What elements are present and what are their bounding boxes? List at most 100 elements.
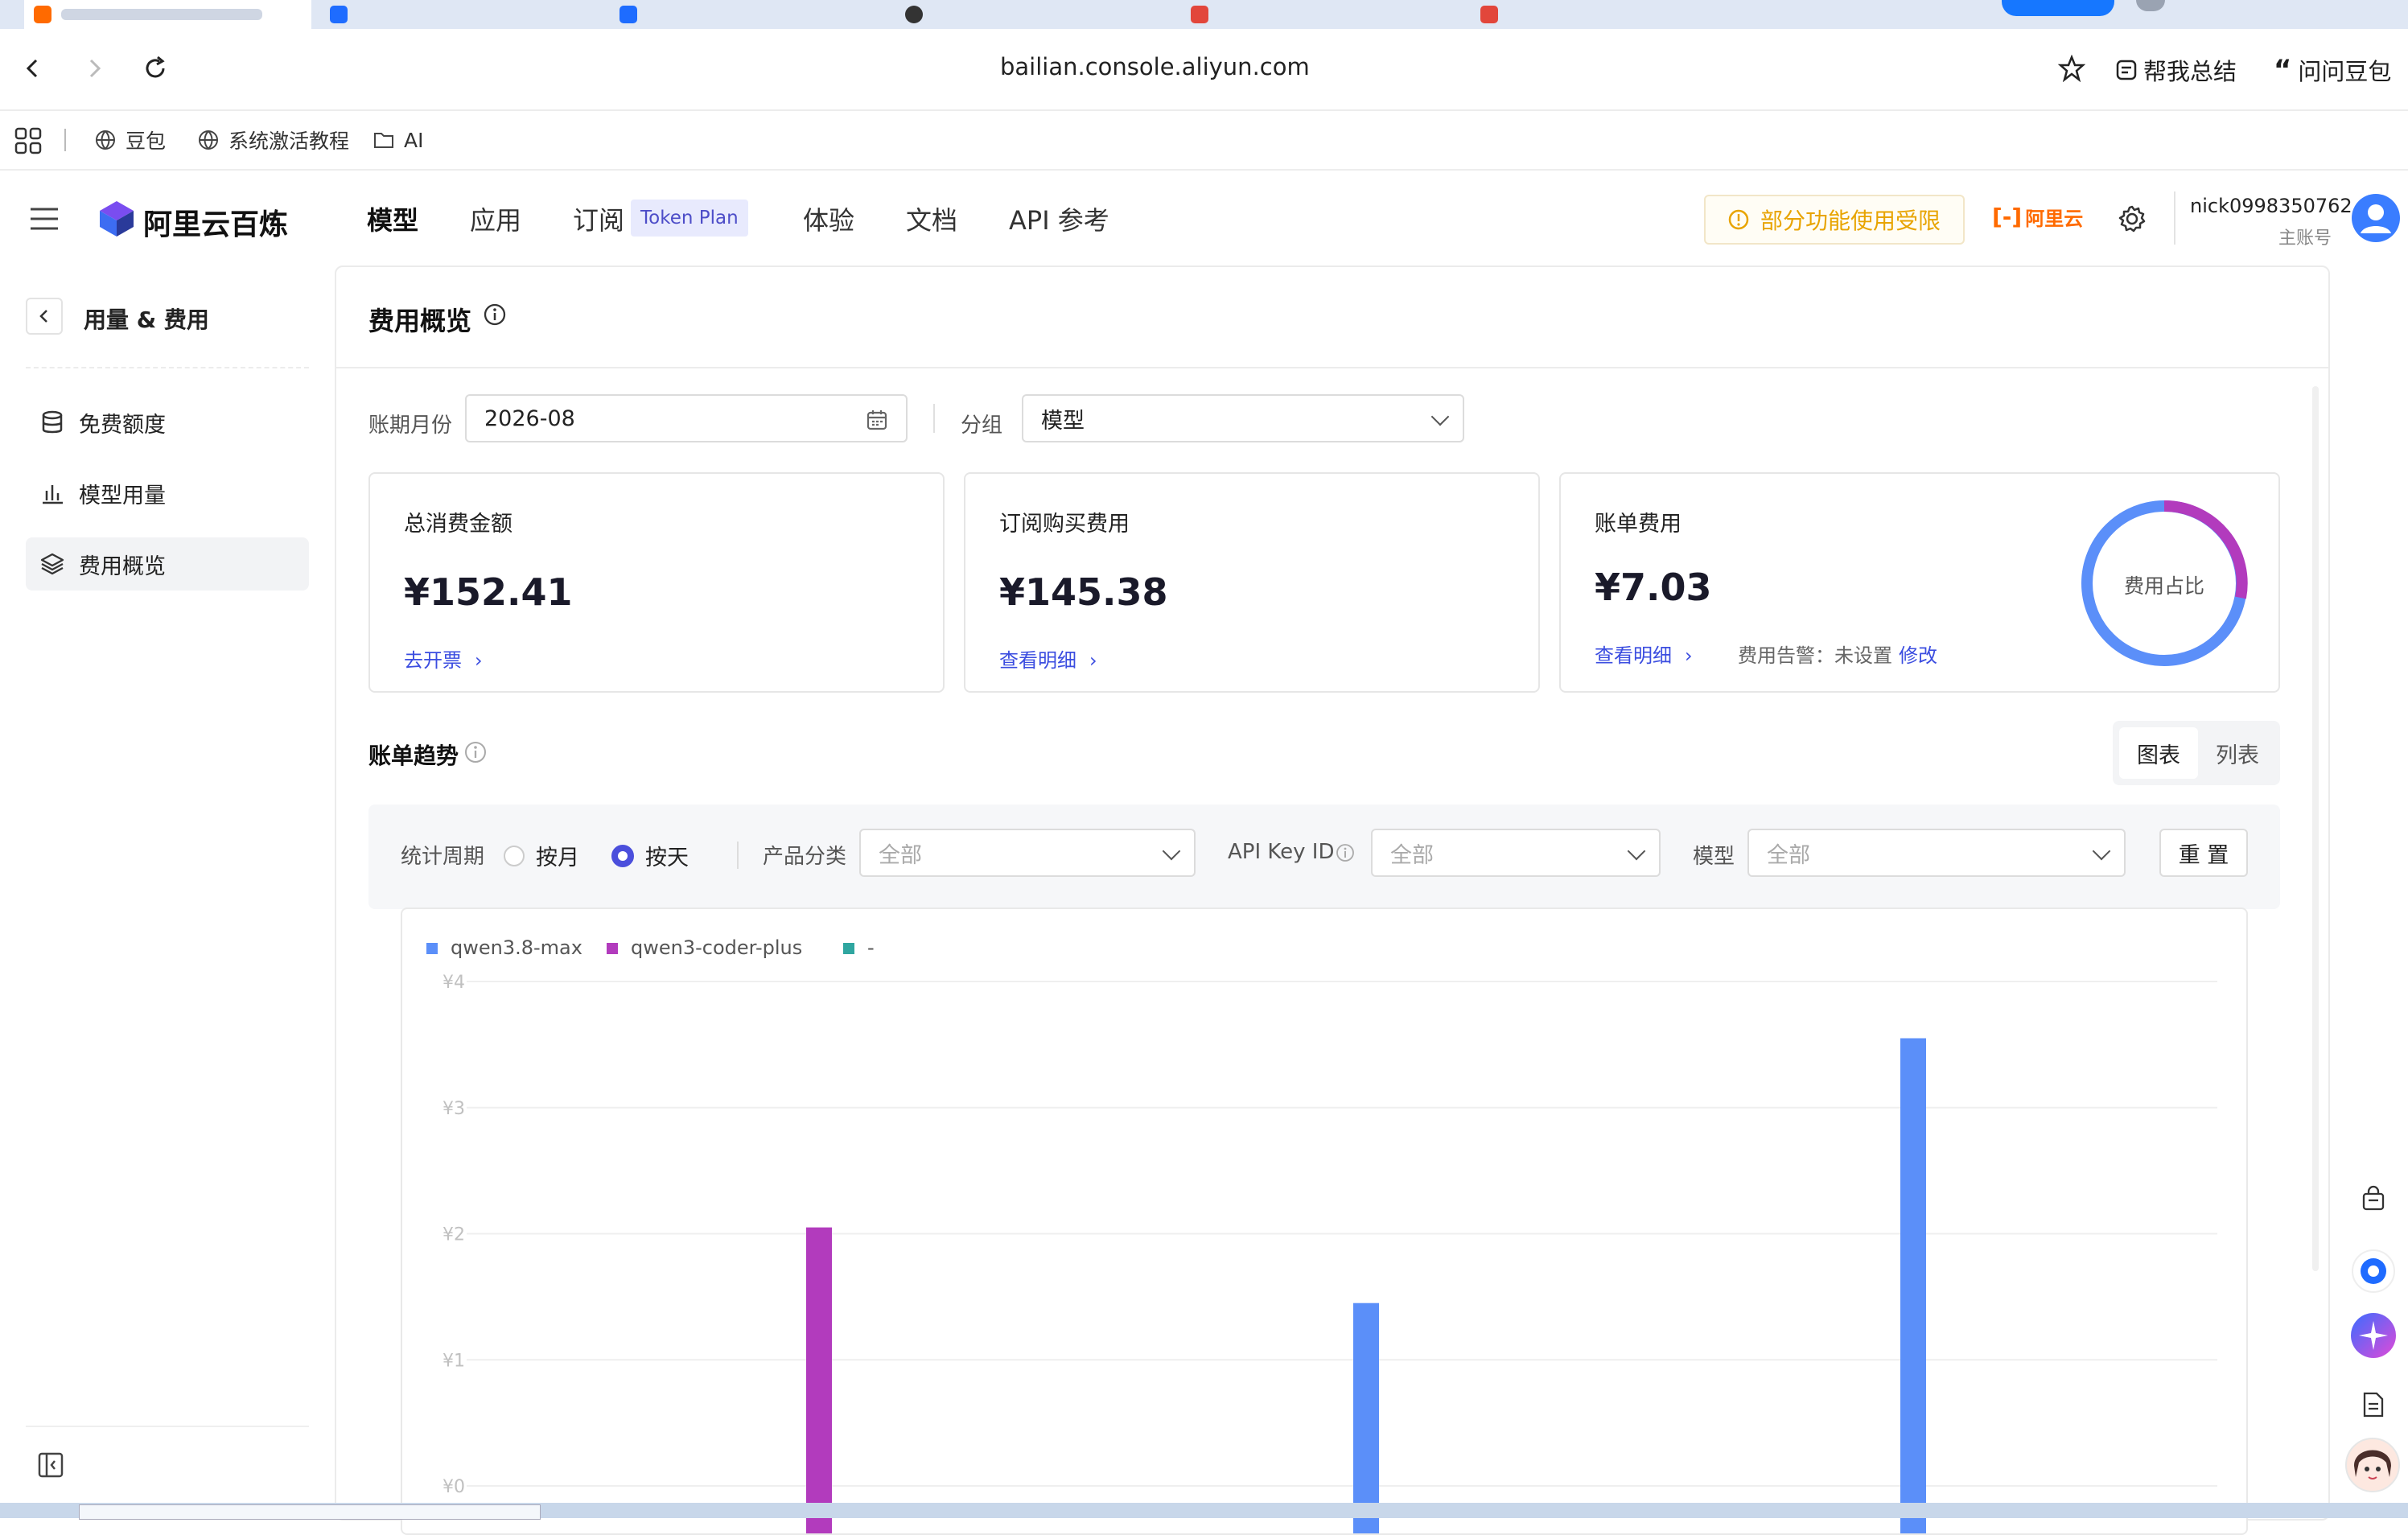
legend-swatch[interactable]	[426, 943, 438, 954]
collapse-sidebar-icon[interactable]	[37, 1451, 64, 1479]
browser-tab[interactable]	[330, 0, 348, 29]
bookmark-item[interactable]: 豆包	[95, 111, 166, 169]
view-detail-link[interactable]: 查看明细 ›	[999, 644, 1097, 673]
y-tick-label: ¥1	[442, 1351, 465, 1371]
group-select[interactable]: 模型	[1022, 394, 1464, 442]
api-key-value: 全部	[1390, 842, 1434, 868]
model-select[interactable]: 全部	[1747, 829, 2126, 877]
float-ai-button[interactable]	[2349, 1311, 2398, 1360]
model-value: 全部	[1767, 842, 1810, 868]
main-scrollbar[interactable]	[2312, 386, 2319, 1271]
chevron-right-icon: ›	[475, 649, 483, 672]
product-category-label: 产品分类	[763, 845, 847, 869]
limit-notice-label: 部分功能使用受限	[1760, 208, 1941, 234]
card-title: 总消费金额	[404, 512, 512, 537]
layers-icon	[40, 553, 64, 575]
sidebar-back-button[interactable]	[26, 298, 63, 335]
browser-tab[interactable]	[1191, 0, 1208, 29]
info-icon[interactable]	[483, 302, 507, 327]
ask-doubao-button[interactable]: “ 问问豆包	[2274, 53, 2391, 87]
float-doc-button[interactable]	[2349, 1381, 2398, 1429]
forward-icon[interactable]	[82, 56, 106, 80]
float-assistant-button[interactable]	[2349, 1247, 2398, 1295]
invoice-link[interactable]: 去开票 ›	[404, 644, 483, 673]
bar[interactable]	[1900, 1038, 1926, 1533]
nav-api-reference[interactable]: API 参考	[1009, 171, 1109, 267]
legend-swatch[interactable]	[607, 943, 618, 954]
folder-icon	[374, 133, 393, 148]
bar[interactable]	[1353, 1302, 1379, 1533]
api-key-select[interactable]: 全部	[1371, 829, 1661, 877]
os-taskbar	[0, 1503, 2408, 1520]
globe-icon	[199, 130, 218, 150]
view-detail-link[interactable]: 查看明细 ›	[1595, 640, 1693, 668]
card-title: 订阅购买费用	[999, 512, 1130, 537]
nav-experience[interactable]: 体验	[803, 171, 854, 267]
user-avatar-icon[interactable]	[2351, 193, 2401, 243]
sidebar-item-cost-overview[interactable]: 费用概览	[26, 537, 309, 591]
view-chart-tab[interactable]: 图表	[2119, 727, 2198, 779]
summarize-button[interactable]: 帮我总结	[2116, 53, 2237, 87]
info-icon[interactable]	[463, 740, 488, 764]
title-divider	[336, 367, 2328, 368]
sidebar-item-label: 模型用量	[79, 483, 166, 508]
back-icon[interactable]	[21, 56, 45, 80]
menu-icon[interactable]	[29, 206, 60, 232]
y-tick-label: ¥0	[442, 1477, 465, 1497]
legend-swatch[interactable]	[843, 943, 854, 954]
legend-label[interactable]: qwen3-coder-plus	[631, 936, 802, 959]
nav-subscription[interactable]: 订阅	[573, 171, 624, 267]
float-tool-button[interactable]	[2349, 1175, 2398, 1223]
card-amount: ¥145.38	[999, 570, 1168, 614]
taskbar-search-box[interactable]	[79, 1504, 541, 1520]
summarize-label: 帮我总结	[2143, 58, 2237, 85]
browser-tab[interactable]	[1480, 0, 1498, 29]
info-icon[interactable]	[1336, 843, 1355, 862]
filter-divider	[737, 842, 739, 869]
settings-gear-icon[interactable]	[2118, 204, 2147, 233]
summary-doc-icon	[2116, 60, 2137, 80]
float-avatar-button[interactable]	[2344, 1437, 2401, 1493]
limit-notice-button[interactable]: 部分功能使用受限	[1704, 195, 1965, 245]
y-tick-label: ¥2	[442, 1225, 465, 1245]
bookmark-divider	[64, 129, 66, 151]
username[interactable]: nick0998350762	[2190, 195, 2352, 217]
apps-grid-icon[interactable]	[14, 127, 42, 154]
legend-label[interactable]: -	[867, 936, 875, 959]
sidebar-title: 用量 & 费用	[84, 307, 209, 333]
reset-button[interactable]: 重 置	[2159, 829, 2248, 877]
bookmark-item[interactable]: 系统激活教程	[198, 111, 349, 169]
browser-tab-active[interactable]	[24, 0, 311, 29]
browser-tab[interactable]	[619, 0, 637, 29]
bookmark-folder[interactable]: AI	[373, 111, 423, 169]
globe-icon	[96, 130, 115, 150]
period-date-picker[interactable]: 2026-08	[465, 394, 908, 442]
card-amount: ¥7.03	[1595, 566, 1712, 609]
aliyun-logo-text: 阿里云	[2025, 208, 2084, 230]
cost-alert-edit-link[interactable]: 修改	[1899, 640, 1937, 668]
nav-models[interactable]: 模型	[367, 171, 418, 267]
view-detail-label: 查看明细	[999, 649, 1076, 672]
profile-avatar-icon[interactable]	[2136, 0, 2165, 11]
reload-icon[interactable]	[142, 55, 169, 82]
aliyun-logo[interactable]: [-] 阿里云	[1992, 203, 2083, 231]
bookmark-label: AI	[404, 128, 424, 152]
legend-label[interactable]: qwen3.8-max	[451, 936, 582, 959]
bookmark-star-icon[interactable]	[2058, 55, 2085, 82]
sidebar-item-model-usage[interactable]: 模型用量	[26, 467, 309, 520]
sidebar-item-free-quota[interactable]: 免费额度	[26, 396, 309, 449]
bar[interactable]	[806, 1227, 832, 1533]
token-plan-badge[interactable]: Token Plan	[631, 200, 748, 237]
radio-by-day[interactable]: 按天	[611, 840, 689, 871]
view-list-tab[interactable]: 列表	[2198, 727, 2277, 779]
nav-docs[interactable]: 文档	[906, 171, 957, 267]
tab-favicon-icon	[34, 6, 51, 23]
address-bar[interactable]: bailian.console.aliyun.com	[1000, 53, 1310, 80]
nav-apps[interactable]: 应用	[470, 171, 521, 267]
radio-by-month[interactable]: 按月	[504, 840, 579, 871]
product-category-select[interactable]: 全部	[859, 829, 1196, 877]
sidebar-item-label: 费用概览	[79, 554, 166, 579]
browser-update-button[interactable]	[2002, 0, 2114, 16]
browser-tab[interactable]	[905, 0, 923, 29]
document-icon	[2363, 1392, 2384, 1418]
